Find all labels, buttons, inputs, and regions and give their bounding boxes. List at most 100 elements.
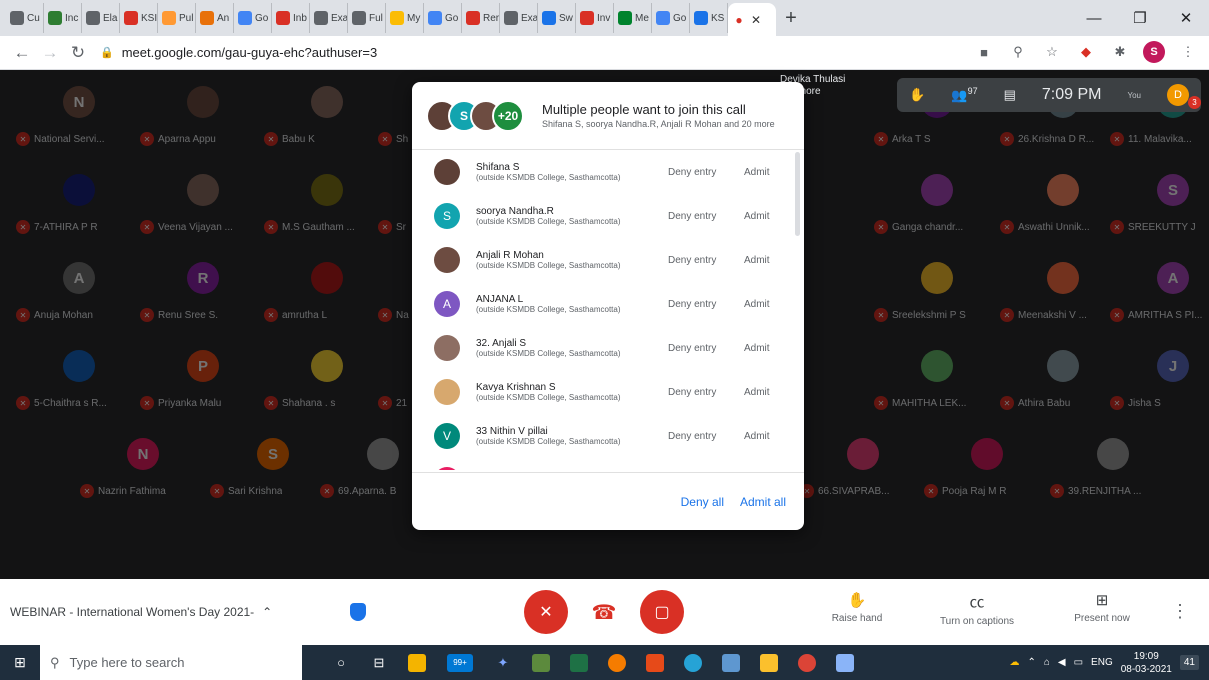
restore-icon[interactable]: ❐ [1117,0,1163,36]
mail-icon[interactable]: 99+ [440,645,480,680]
admit-button[interactable]: Admit [744,343,770,354]
paint-icon[interactable] [602,645,632,680]
browser-tab[interactable]: Ela [82,3,120,33]
minimize-icon[interactable]: — [1071,0,1117,36]
new-tab-icon[interactable]: + [776,3,806,33]
reload-icon[interactable]: ↻ [66,41,90,65]
browser-tab[interactable]: An [196,3,234,33]
chevron-up-icon[interactable]: ⌃ [1027,657,1035,668]
browser-tab[interactable]: Exa [500,3,538,33]
network-icon[interactable]: ⌂ [1044,657,1050,668]
close-window-icon[interactable]: ✕ [1163,0,1209,36]
chat-icon[interactable]: ▤ [1004,87,1016,103]
forward-icon[interactable]: → [38,41,62,65]
dropbox-icon[interactable]: ✦ [488,645,518,680]
scrollbar[interactable] [795,152,800,236]
admit-button[interactable]: Admit [744,431,770,442]
star-icon[interactable]: ☆ [1041,41,1063,63]
browser-tab[interactable]: KS [690,3,728,33]
raise-hand-button[interactable]: ✋ Raise hand [812,591,902,624]
taskbar-search[interactable]: ⚲ Type here to search [40,645,302,680]
captions-button[interactable]: ㏄ Turn on captions [932,591,1022,627]
browser-tab[interactable]: My [386,3,424,33]
admit-button[interactable]: Admit [744,387,770,398]
admit-button[interactable]: Admit [744,211,770,222]
browser-tab[interactable]: Go [234,3,272,33]
pin-icon[interactable]: ✋ [909,87,925,103]
deny-entry-button[interactable]: Deny entry [668,211,734,222]
browser-tab[interactable]: Inv [576,3,614,33]
gmail-icon [124,11,138,25]
browser-tab[interactable]: Rer [462,3,500,33]
menu-icon[interactable]: ⋮ [1177,41,1199,63]
browser-tab[interactable]: Me [614,3,652,33]
admit-all-button[interactable]: Admit all [740,495,786,509]
camera-icon[interactable]: ■ [973,41,995,63]
zoom-icon[interactable]: ⚲ [1007,41,1029,63]
browser-tab[interactable]: Ful [348,3,386,33]
notepad-icon[interactable] [830,645,860,680]
more-options-icon[interactable]: ⋮ [1171,601,1189,622]
lock-icon: 🔒 [100,47,114,59]
clock-date: 08-03-2021 [1120,663,1172,675]
volume-icon[interactable]: ◀ [1058,657,1066,668]
browser-tab[interactable]: Exa [310,3,348,33]
app-icon[interactable] [526,645,556,680]
browser-tab[interactable]: Cu [6,3,44,33]
admit-button[interactable]: Admit [744,167,770,178]
puzzle-icon[interactable]: ✱ [1109,41,1131,63]
present-button[interactable]: ⊞ Present now [1057,591,1147,624]
back-icon[interactable]: ← [10,41,34,65]
url-field[interactable]: 🔒 meet.google.com/gau-guya-ehc?authuser=… [100,45,377,60]
admit-button[interactable]: Admit [744,255,770,266]
windows-start-icon[interactable]: ⊞ [0,645,40,680]
deny-entry-button[interactable]: Deny entry [668,299,734,310]
meeting-details[interactable]: WEBINAR - International Women's Day 2021… [10,605,310,619]
browser-tab[interactable]: Sw [538,3,576,33]
hang-up-button[interactable]: ☎ [582,590,626,634]
browser-tab[interactable]: Inb [272,3,310,33]
language-label[interactable]: ENG [1091,657,1113,668]
browser-tab[interactable]: KSI [120,3,158,33]
tab-label: Go [673,12,687,24]
active-browser-tab[interactable]: ● ✕ [728,3,776,36]
file-explorer-icon[interactable] [402,645,432,680]
cortana-icon[interactable]: ○ [326,645,356,680]
browser-tab[interactable]: Go [424,3,462,33]
task-view-icon[interactable]: ⊟ [364,645,394,680]
deny-entry-button[interactable]: Deny entry [668,255,734,266]
edge-icon[interactable] [678,645,708,680]
camera-off-button[interactable]: ▢ [640,590,684,634]
deny-entry-button[interactable]: Deny entry [668,387,734,398]
browser-tab[interactable]: Inc [44,3,82,33]
close-tab-icon[interactable]: ✕ [751,13,761,27]
extension-icon[interactable]: ◆ [1075,41,1097,63]
battery-icon[interactable]: ▭ [1074,657,1083,668]
store-icon[interactable] [754,645,784,680]
excel-icon[interactable] [564,645,594,680]
admit-button[interactable]: Admit [744,299,770,310]
deny-entry-button[interactable]: Deny entry [668,167,734,178]
shield-icon[interactable] [350,603,366,621]
deny-entry-button[interactable]: Deny entry [668,431,734,442]
notifications-icon[interactable]: 41 [1179,655,1199,670]
meet-icon [618,11,632,25]
pdf-icon[interactable] [640,645,670,680]
tab-label: KSI [141,12,158,24]
browser-tab[interactable]: Go [652,3,690,33]
profile-avatar[interactable]: S [1143,41,1165,63]
chrome-icon[interactable] [792,645,822,680]
clock[interactable]: 19:09 08-03-2021 [1121,650,1172,676]
browser-tab[interactable]: Pul [158,3,196,33]
deny-all-button[interactable]: Deny all [681,495,724,509]
people-icon[interactable]: 👥97 [951,86,977,103]
deny-entry-button[interactable]: Deny entry [668,343,734,354]
you-avatar[interactable]: D [1167,84,1189,106]
monitor-icon[interactable] [716,645,746,680]
mic-off-button[interactable]: ✕ [524,590,568,634]
request-list[interactable]: Shifana S (outside KSMDB College, Sastham… [412,150,804,470]
cloud-icon[interactable]: ☁ [1009,657,1019,668]
requester-origin: (outside KSMDB College, Sasthamcotta) [476,349,621,358]
avatar: A [434,291,460,317]
hand-icon: ✋ [847,592,867,609]
